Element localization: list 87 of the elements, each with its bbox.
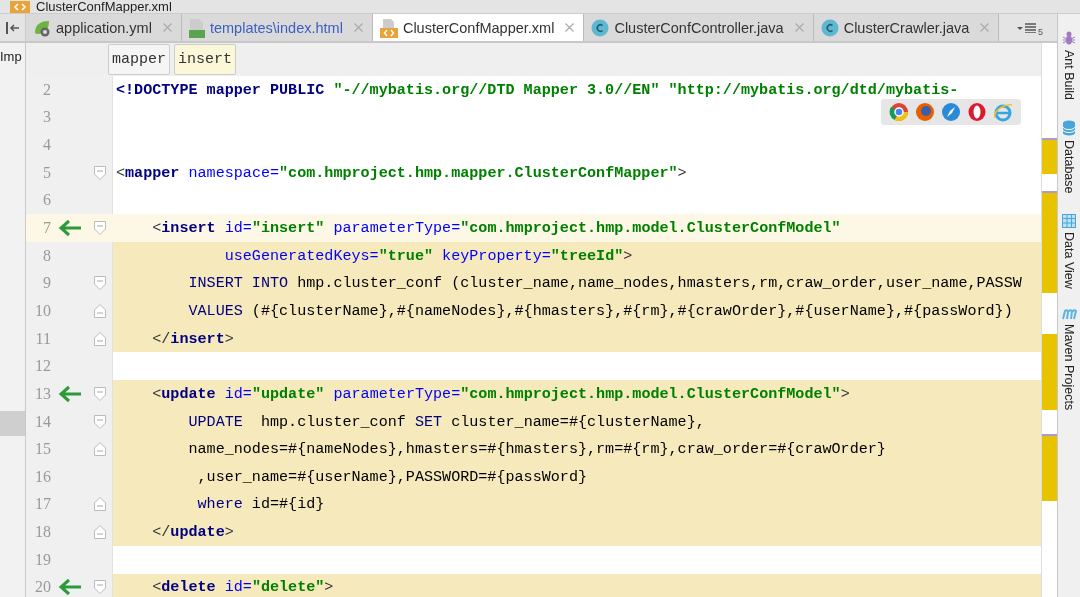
code-line: <!DOCTYPE mapper PUBLIC "-//mybatis.org//DTD Mapper 3.0//EN" "http://mybatis.org/dtd/mybatis- (116, 80, 959, 99)
fold-icon[interactable] (94, 497, 106, 512)
code-line: </update> (151, 523, 234, 542)
close-icon[interactable] (980, 23, 990, 32)
code-line: <update id="update" parameterType="com.hmproject.hmp.model.ClusterConfModel"> (151, 384, 850, 403)
editor-tab[interactable]: ClusterConfController.java (584, 14, 814, 41)
line-number: 12 (34, 356, 52, 377)
line-number: 20 (34, 577, 52, 597)
editor-tab[interactable]: ClusterConfMapper.xml (372, 14, 585, 41)
database-icon (1062, 120, 1076, 137)
code-line: where id=#{id} (196, 495, 325, 514)
ant-icon (1062, 30, 1076, 46)
maven-icon (1061, 308, 1077, 321)
line-number: 8 (42, 245, 52, 266)
code-line: ,user_name=#{userName},PASSWORD=#{passWord} (196, 467, 587, 486)
line-number: 17 (34, 494, 52, 515)
class-icon (591, 18, 610, 37)
leaf-icon (33, 18, 51, 37)
code-line: <delete id="delete"> (151, 578, 334, 597)
change-marker[interactable] (1042, 191, 1057, 293)
html-file-icon (188, 17, 205, 38)
fold-icon[interactable] (94, 442, 106, 457)
code-line: <mapper namespace="com.hmproject.hmp.mapper.ClusterConfMapper"> (116, 163, 687, 182)
editor-tab[interactable]: templates\index.html (181, 14, 373, 41)
tab-list-button[interactable]: 5 (1013, 14, 1057, 41)
fold-icon[interactable] (94, 276, 106, 291)
collapse-icon[interactable] (5, 21, 20, 34)
line-number: 15 (34, 439, 52, 460)
breadcrumb[interactable]: insert (174, 44, 237, 75)
browser-icon[interactable] (889, 102, 909, 122)
line-number: 19 (34, 549, 52, 570)
line-number: 14 (34, 411, 52, 432)
browser-icon[interactable] (993, 102, 1013, 122)
fold-icon[interactable] (94, 580, 106, 595)
editor-tab[interactable]: application.yml (26, 14, 182, 41)
code-line: </insert> (151, 329, 234, 348)
class-icon (820, 18, 839, 37)
code-line: VALUES (#{clusterName},#{nameNodes},#{hmasters},#{rm},#{crawOrder},#{userName},#{passWord}) (187, 301, 1013, 320)
close-icon[interactable] (162, 23, 172, 32)
browser-icon[interactable] (967, 102, 987, 122)
code-line: UPDATE hmp.cluster_conf SET cluster_name=#{clusterName}, (187, 412, 705, 431)
tool-window-button[interactable]: Maven Projects (1061, 308, 1077, 411)
tool-window-button[interactable]: Data View (1062, 213, 1076, 289)
line-number: 4 (42, 135, 52, 156)
line-number: 18 (34, 522, 52, 543)
line-number: 5 (42, 162, 52, 183)
line-number: 3 (42, 107, 52, 128)
line-number: 7 (42, 218, 52, 238)
fold-icon[interactable] (94, 221, 106, 235)
breadcrumb[interactable]: mapper (108, 44, 170, 75)
panel-label[interactable]: Imp (0, 43, 25, 64)
close-icon[interactable] (565, 23, 575, 32)
list-icon (1017, 22, 1037, 33)
line-number: 2 (42, 79, 52, 100)
left-arrow-icon[interactable] (58, 578, 82, 597)
line-number: 9 (42, 273, 52, 294)
tool-window-button[interactable]: Database (1062, 120, 1076, 194)
code-line: <insert id="insert" parameterType="com.hmproject.hmp.model.ClusterConfModel" (151, 219, 841, 237)
line-number: 10 (34, 300, 52, 321)
fold-icon[interactable] (94, 331, 106, 346)
fold-icon[interactable] (94, 165, 106, 180)
change-marker[interactable] (1042, 434, 1057, 501)
editor-tab[interactable]: ClusterCrawler.java (813, 14, 1000, 41)
table-icon (1062, 213, 1076, 228)
fold-icon[interactable] (94, 303, 106, 318)
code-line: useGeneratedKeys="true" keyProperty="treeId"> (223, 246, 633, 265)
xml-file-icon (10, 1, 30, 13)
line-number: 16 (34, 466, 52, 487)
browser-icon[interactable] (915, 102, 935, 122)
line-number: 6 (42, 190, 52, 211)
left-arrow-icon[interactable] (58, 219, 82, 237)
fold-icon[interactable] (94, 525, 106, 540)
change-marker[interactable] (1042, 138, 1057, 174)
code-line: INSERT INTO hmp.cluster_conf (cluster_name,name_nodes,hmasters,rm,craw_order,user_name,PASSW (187, 274, 1022, 293)
xml-file-icon (379, 17, 398, 38)
tool-window-button[interactable]: Ant Build (1062, 30, 1076, 101)
change-marker[interactable] (1042, 334, 1057, 410)
fold-icon[interactable] (94, 386, 106, 401)
close-icon[interactable] (794, 23, 804, 32)
left-arrow-icon[interactable] (58, 384, 82, 403)
line-number: 11 (34, 328, 52, 349)
code-line: name_nodes=#{nameNodes},hmasters=#{hmasters},rm=#{rm},craw_order=#{crawOrder} (187, 440, 886, 459)
close-icon[interactable] (353, 23, 363, 32)
file-path[interactable]: ClusterConfMapper.xml (36, 0, 172, 13)
line-number: 13 (34, 383, 52, 404)
compass-icon[interactable] (941, 102, 961, 122)
fold-icon[interactable] (94, 414, 106, 429)
